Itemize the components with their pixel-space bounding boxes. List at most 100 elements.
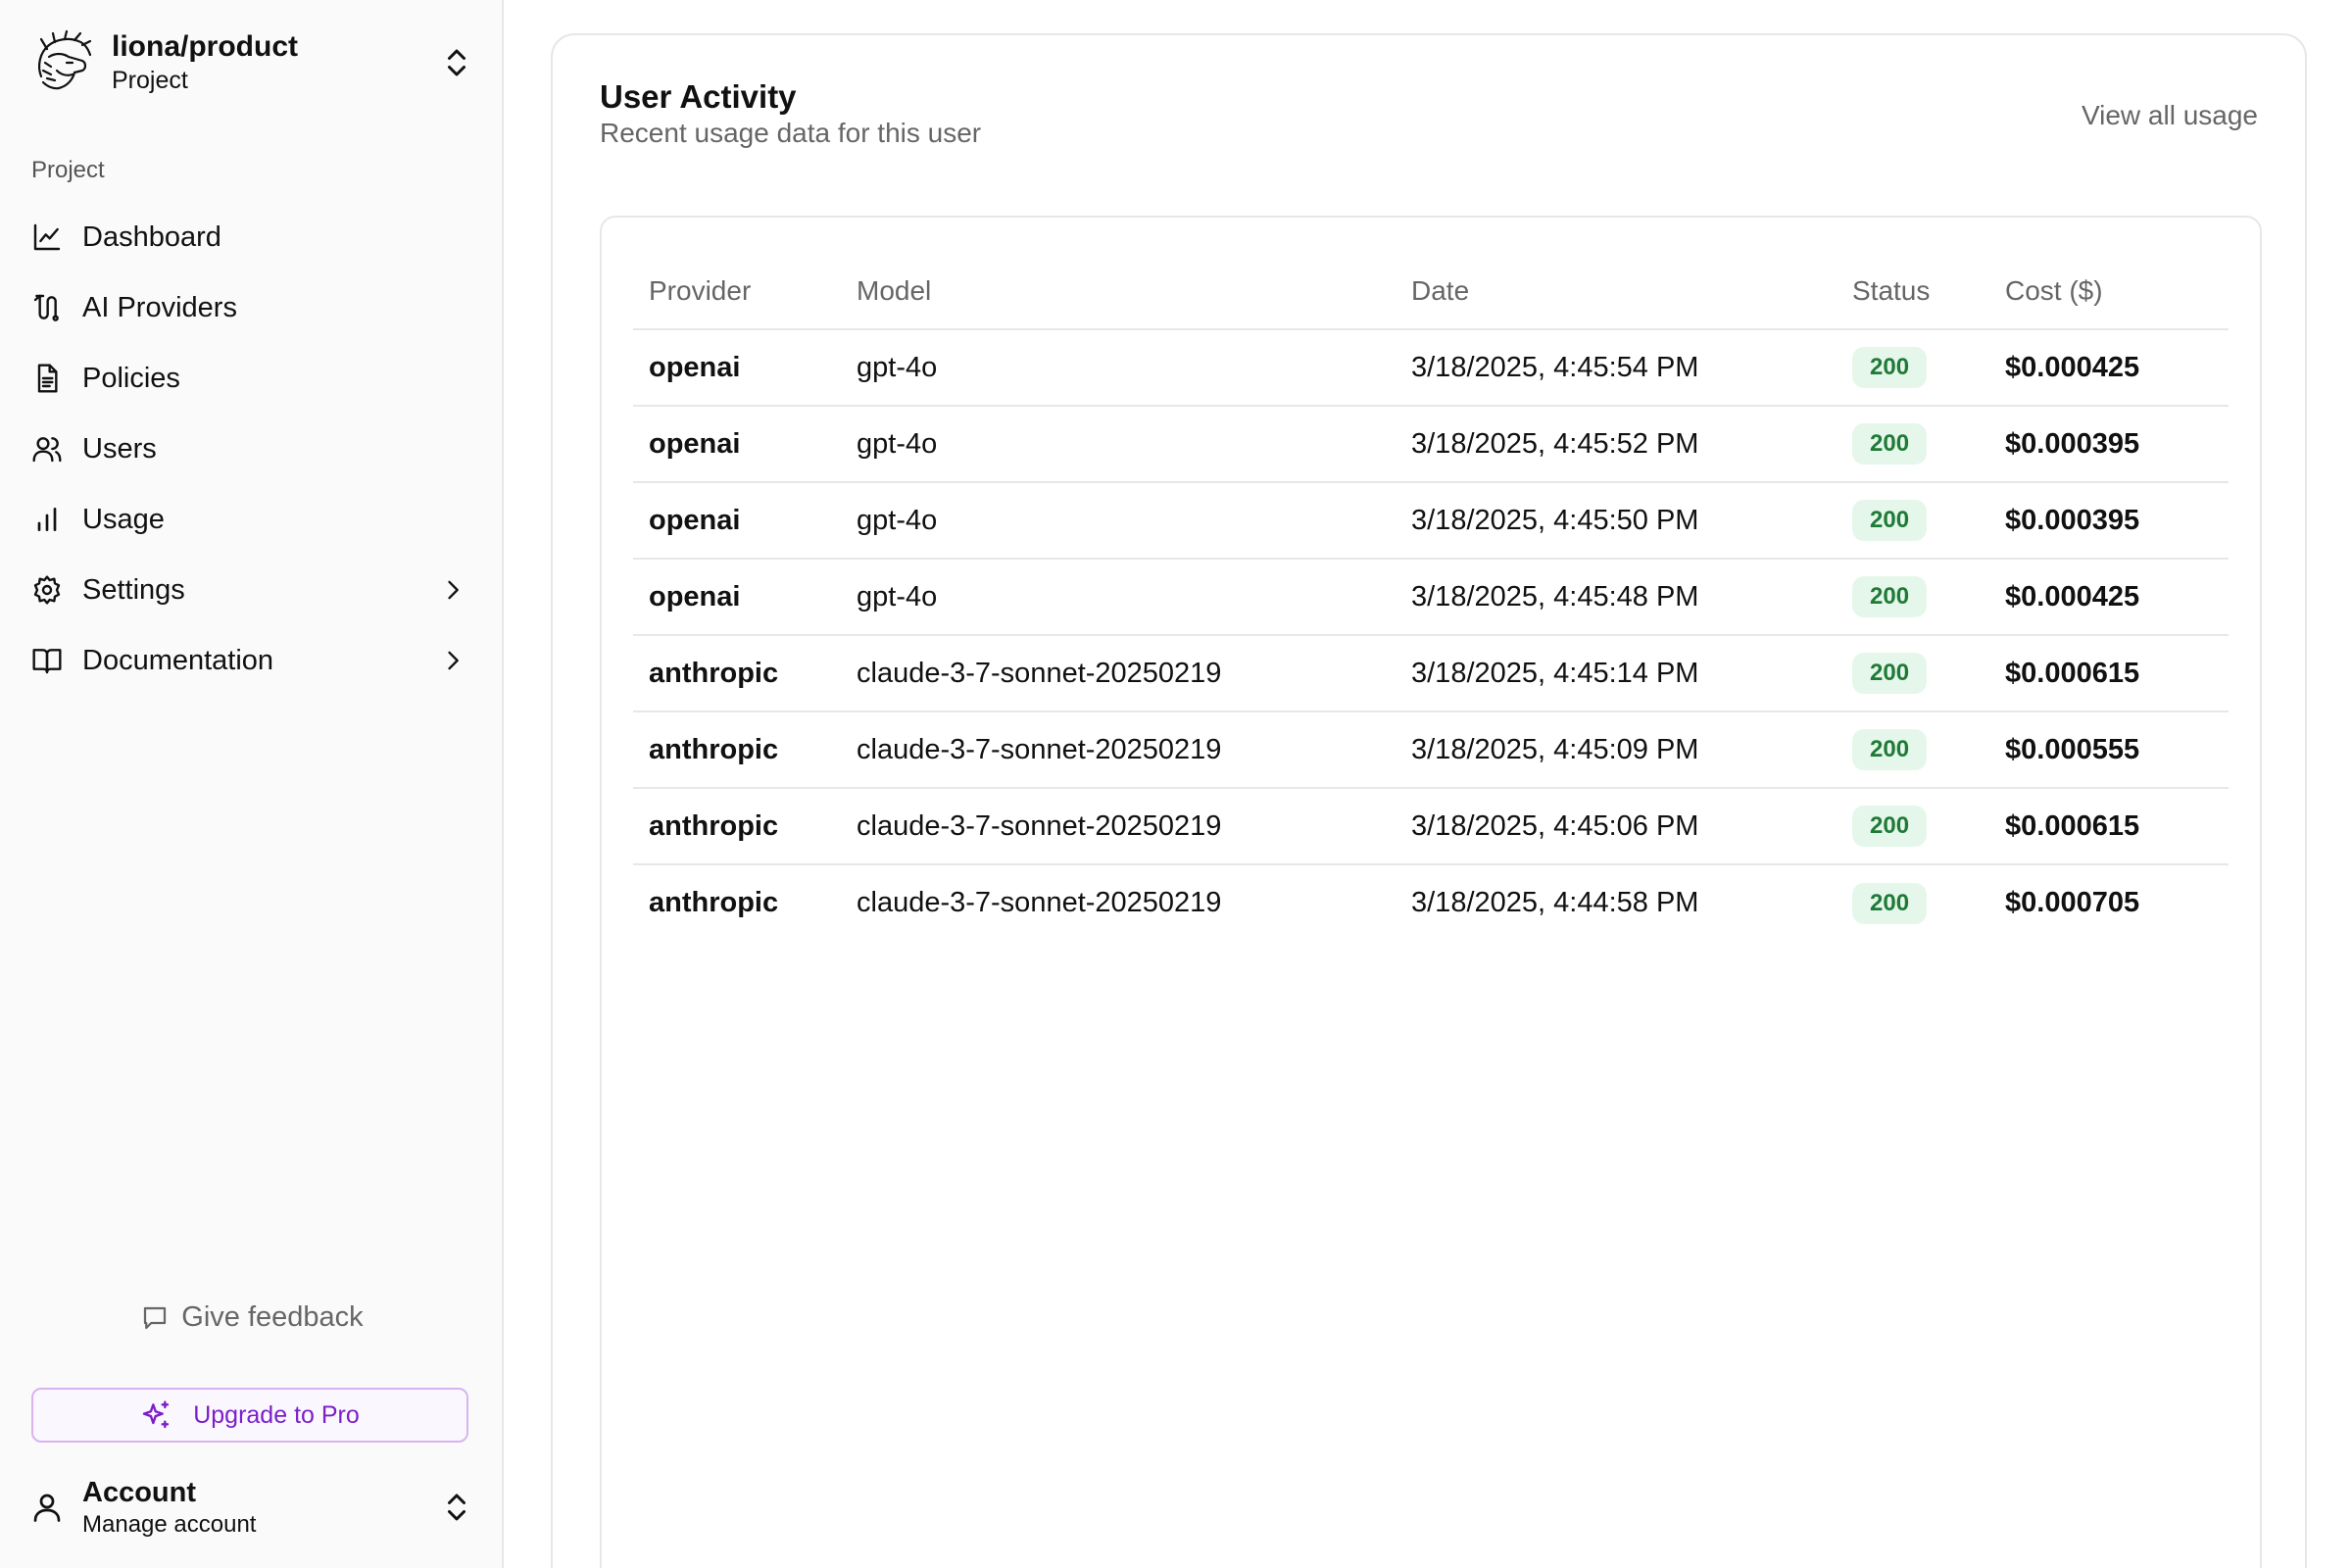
page-subtitle: Recent usage data for this user (600, 118, 982, 148)
cell-cost: $0.000555 (1989, 711, 2229, 789)
upgrade-to-pro-button[interactable]: Upgrade to Pro (31, 1388, 468, 1443)
table-row[interactable]: openai gpt-4o 3/18/2025, 4:45:54 PM 200 … (633, 329, 2229, 407)
sidebar-item-label: AI Providers (82, 291, 237, 323)
message-square-icon (144, 1306, 167, 1329)
cell-provider: openai (633, 406, 841, 483)
table-row[interactable]: anthropic claude-3-7-sonnet-20250219 3/1… (633, 788, 2229, 865)
gear-icon (33, 575, 61, 605)
cell-provider: openai (633, 559, 841, 636)
project-subtitle: Project (112, 67, 188, 94)
cell-status: 200 (1837, 788, 1989, 865)
sidebar-item-users[interactable]: Users (27, 414, 474, 484)
sidebar-item-documentation[interactable]: Documentation (27, 625, 474, 696)
sidebar-item-label: Dashboard (82, 220, 221, 253)
cell-date: 3/18/2025, 4:45:54 PM (1396, 329, 1837, 407)
column-header-cost: Cost ($) (1989, 253, 2229, 330)
user-activity-card: User Activity Recent usage data for this… (551, 33, 2307, 1568)
cell-date: 3/18/2025, 4:45:50 PM (1396, 482, 1837, 560)
usage-table: Provider Model Date Status Cost ($) open… (633, 253, 2229, 941)
cell-status: 200 (1837, 559, 1989, 636)
give-feedback-label: Give feedback (181, 1301, 364, 1333)
nav-section-label: Project (31, 157, 105, 183)
cell-model: gpt-4o (841, 406, 1396, 483)
usage-table-container: Provider Model Date Status Cost ($) open… (600, 216, 2262, 1568)
cell-provider: openai (633, 482, 841, 560)
sidebar-item-settings[interactable]: Settings (27, 555, 474, 625)
sidebar-item-dashboard[interactable]: Dashboard (27, 202, 474, 272)
cell-model: claude-3-7-sonnet-20250219 (841, 711, 1396, 789)
cell-status: 200 (1837, 864, 1989, 941)
project-switcher[interactable]: liona/product Project (27, 24, 474, 102)
table-row[interactable]: openai gpt-4o 3/18/2025, 4:45:48 PM 200 … (633, 559, 2229, 636)
route-icon (33, 294, 59, 321)
table-header-row: Provider Model Date Status Cost ($) (633, 253, 2229, 330)
cell-model: claude-3-7-sonnet-20250219 (841, 788, 1396, 865)
view-all-usage-link[interactable]: View all usage (2082, 100, 2258, 131)
column-header-model: Model (841, 253, 1396, 330)
sidebar: liona/product Project Project Dashboard … (0, 0, 504, 1568)
table-row[interactable]: anthropic claude-3-7-sonnet-20250219 3/1… (633, 864, 2229, 941)
column-header-date: Date (1396, 253, 1837, 330)
cell-model: gpt-4o (841, 329, 1396, 407)
document-icon (37, 364, 58, 393)
chevron-right-icon (448, 651, 459, 670)
book-icon (32, 649, 62, 674)
table-row[interactable]: openai gpt-4o 3/18/2025, 4:45:50 PM 200 … (633, 482, 2229, 560)
sidebar-item-label: Usage (82, 503, 165, 535)
cell-status: 200 (1837, 329, 1989, 407)
project-name: liona/product (112, 30, 298, 63)
cell-provider: anthropic (633, 788, 841, 865)
bar-chart-icon (37, 508, 57, 531)
cell-date: 3/18/2025, 4:45:09 PM (1396, 711, 1837, 789)
chevrons-up-down-icon (448, 49, 466, 76)
sidebar-item-policies[interactable]: Policies (27, 343, 474, 414)
cell-model: claude-3-7-sonnet-20250219 (841, 635, 1396, 712)
account-title: Account (82, 1477, 196, 1508)
cell-cost: $0.000705 (2005, 887, 2140, 918)
lion-logo-icon (38, 29, 92, 90)
sidebar-item-label: Settings (82, 573, 185, 606)
cell-cost: $0.000395 (1989, 482, 2229, 560)
sidebar-item-label: Users (82, 432, 157, 465)
status-badge: 200 (1852, 653, 1928, 694)
cell-model: claude-3-7-sonnet-20250219 (857, 887, 1222, 918)
account-menu[interactable]: Account Manage account (27, 1470, 474, 1544)
sidebar-item-label: Documentation (82, 644, 274, 676)
cell-status: 200 (1837, 711, 1989, 789)
chevron-right-icon (448, 580, 459, 600)
cell-provider: anthropic (633, 635, 841, 712)
cell-cost: $0.000395 (1989, 406, 2229, 483)
table-row[interactable]: anthropic claude-3-7-sonnet-20250219 3/1… (633, 711, 2229, 789)
give-feedback-button[interactable]: Give feedback (0, 1301, 504, 1334)
cell-date: 3/18/2025, 4:45:48 PM (1396, 559, 1837, 636)
cell-cost: $0.000615 (1989, 788, 2229, 865)
sidebar-item-ai-providers[interactable]: AI Providers (27, 272, 474, 343)
user-icon (33, 1494, 61, 1522)
status-badge: 200 (1852, 423, 1928, 465)
table-row[interactable]: openai gpt-4o 3/18/2025, 4:45:52 PM 200 … (633, 406, 2229, 483)
cell-status: 200 (1837, 635, 1989, 712)
account-subtitle: Manage account (82, 1511, 257, 1538)
cell-provider: openai (633, 329, 841, 407)
sidebar-item-usage[interactable]: Usage (27, 484, 474, 555)
cell-cost: $0.000425 (1989, 559, 2229, 636)
sidebar-item-label: Policies (82, 362, 180, 394)
chevrons-up-down-icon (448, 1494, 466, 1521)
cell-status: 200 (1837, 406, 1989, 483)
cell-model: gpt-4o (841, 559, 1396, 636)
page-title: User Activity (600, 78, 797, 115)
line-chart-icon (33, 223, 61, 251)
column-header-status: Status (1837, 253, 1989, 330)
upgrade-label: Upgrade to Pro (193, 1400, 360, 1429)
cell-cost: $0.000425 (1989, 329, 2229, 407)
status-badge: 200 (1852, 806, 1928, 847)
cell-provider: anthropic (633, 711, 841, 789)
sparkles-icon (143, 1400, 170, 1429)
status-badge: 200 (1852, 729, 1928, 770)
status-badge: 200 (1852, 347, 1928, 388)
cell-date: 3/18/2025, 4:45:14 PM (1396, 635, 1837, 712)
status-badge: 200 (1852, 576, 1928, 617)
status-badge: 200 (1852, 882, 1928, 924)
users-icon (32, 437, 62, 463)
table-row[interactable]: anthropic claude-3-7-sonnet-20250219 3/1… (633, 635, 2229, 712)
